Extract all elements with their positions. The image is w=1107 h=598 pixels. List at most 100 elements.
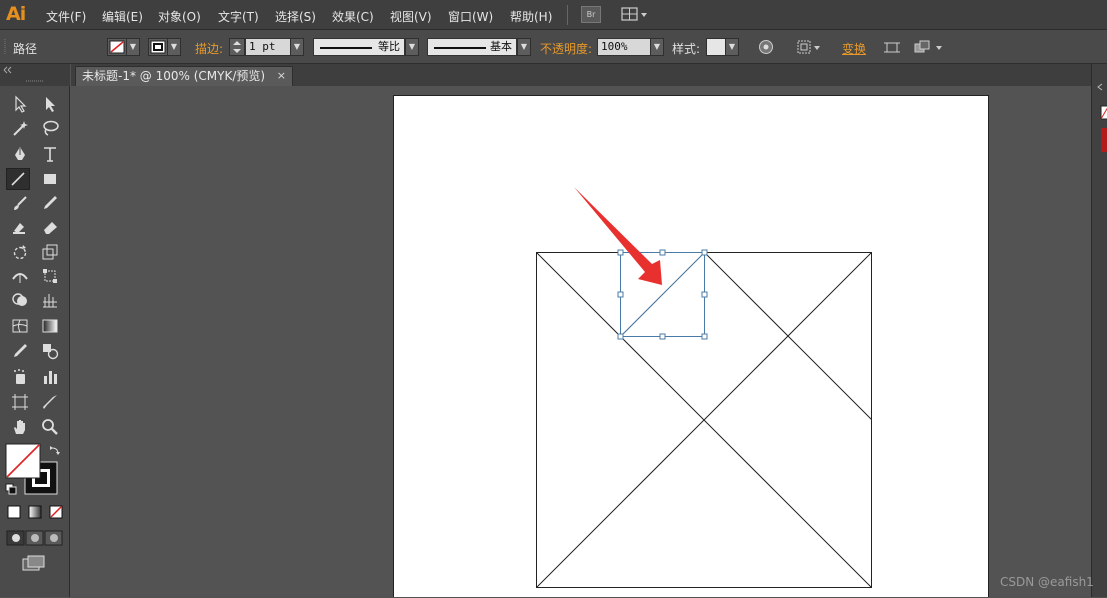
stroke-weight-stepper[interactable] [229, 38, 245, 56]
brush-line-preview [434, 47, 486, 49]
fill-stroke-control[interactable] [4, 442, 66, 500]
close-tab-icon[interactable]: × [277, 67, 286, 85]
default-fill-stroke-icon[interactable] [5, 483, 17, 495]
blend-tool[interactable] [38, 340, 62, 362]
mesh-tool[interactable] [8, 315, 32, 337]
stroke-dropdown[interactable]: ▼ [167, 38, 181, 56]
artboard-tool[interactable] [8, 391, 32, 413]
panel-grip-icon[interactable] [3, 38, 9, 56]
symbol-sprayer-tool[interactable] [8, 366, 32, 388]
paintbrush-tool[interactable] [8, 192, 32, 214]
drawing-modes[interactable] [6, 530, 64, 546]
pencil-tool[interactable] [38, 192, 62, 214]
opacity-input[interactable]: 100% [597, 38, 651, 56]
profile-dropdown[interactable]: ▼ [405, 38, 419, 56]
column-graph-icon [44, 371, 57, 384]
selection-handle[interactable] [617, 291, 624, 298]
rotate-icon [13, 245, 27, 260]
direct-selection-tool[interactable] [38, 93, 62, 115]
type-tool[interactable] [38, 143, 62, 165]
eraser-tool[interactable] [38, 216, 62, 238]
line-segment-tool[interactable] [6, 168, 30, 190]
artwork[interactable] [394, 96, 990, 598]
width-tool[interactable] [8, 265, 32, 287]
style-label: 样式: [672, 42, 701, 56]
menu-effect[interactable]: 效果(C) [332, 8, 374, 25]
hand-tool[interactable] [8, 416, 32, 438]
graphic-style-swatch[interactable] [706, 38, 726, 56]
selection-handle[interactable] [701, 249, 708, 256]
opacity-label[interactable]: 不透明度: [540, 40, 592, 57]
blend-icon [43, 344, 59, 360]
selection-handle[interactable] [617, 333, 624, 340]
selection-handle[interactable] [659, 249, 666, 256]
selected-line-segment[interactable] [620, 252, 705, 337]
selection-arrow-icon [15, 95, 27, 113]
menu-type[interactable]: 文字(T) [218, 8, 259, 25]
magic-wand-tool[interactable] [8, 117, 32, 139]
stroke-weight-input[interactable]: 1 pt [245, 38, 291, 56]
gradient-icon [42, 319, 58, 333]
selection-handle[interactable] [701, 291, 708, 298]
shape-builder-tool[interactable] [8, 289, 32, 311]
stroke-swatch[interactable] [148, 38, 168, 56]
menu-window[interactable]: 窗口(W) [448, 8, 493, 25]
variable-width-profile[interactable]: 等比 [313, 38, 405, 56]
selection-handle[interactable] [659, 333, 666, 340]
profile-line-preview [320, 47, 372, 49]
menu-object[interactable]: 对象(O) [158, 8, 201, 25]
document-tab-strip: 未标题-1* @ 100% (CMYK/预览) × [71, 64, 1091, 86]
pen-tool[interactable] [8, 143, 32, 165]
lasso-tool[interactable] [38, 117, 62, 139]
rectangle-tool[interactable] [38, 168, 62, 190]
pen-icon [15, 147, 25, 160]
rotate-tool[interactable] [8, 241, 32, 263]
gradient-mode-button[interactable] [27, 504, 43, 520]
swap-fill-stroke-icon[interactable] [50, 446, 60, 455]
align-icon[interactable] [883, 39, 901, 56]
brush-dropdown[interactable]: ▼ [517, 38, 531, 56]
panel-icons[interactable] [1092, 64, 1107, 164]
fill-swatch[interactable] [107, 38, 127, 56]
tools-panel-header[interactable] [0, 64, 70, 86]
transform-link[interactable]: 变换 [842, 40, 866, 57]
free-transform-tool[interactable] [38, 265, 62, 287]
document-tab-title: 未标题-1* @ 100% (CMYK/预览) [82, 69, 266, 83]
stroke-label[interactable]: 描边: [195, 40, 223, 57]
gradient-tool[interactable] [38, 315, 62, 337]
menu-select[interactable]: 选择(S) [275, 8, 316, 25]
isolate-object-icon[interactable] [795, 39, 823, 56]
none-mode-button[interactable] [48, 504, 64, 520]
perspective-grid-tool[interactable] [38, 289, 62, 311]
arrange-menu-icon[interactable] [912, 39, 946, 56]
screen-mode-icon[interactable] [22, 554, 48, 572]
color-mode-button[interactable] [6, 504, 22, 520]
zoom-magnifier-icon [42, 419, 58, 435]
eyedropper-tool[interactable] [8, 340, 32, 362]
recolor-artwork-icon[interactable] [757, 39, 775, 56]
scale-tool[interactable] [38, 241, 62, 263]
column-graph-tool[interactable] [38, 366, 62, 388]
menu-help[interactable]: 帮助(H) [510, 8, 552, 25]
fill-dropdown[interactable]: ▼ [126, 38, 140, 56]
opacity-dropdown[interactable]: ▼ [650, 38, 664, 56]
fill-box-none-icon[interactable] [5, 443, 41, 479]
menu-edit[interactable]: 编辑(E) [102, 8, 143, 25]
shape-builder-icon [12, 293, 27, 306]
arrange-documents-button[interactable] [620, 6, 650, 23]
stroke-weight-dropdown[interactable]: ▼ [290, 38, 304, 56]
document-tab[interactable]: 未标题-1* @ 100% (CMYK/预览) × [75, 66, 293, 86]
slice-tool[interactable] [38, 391, 62, 413]
blob-brush-tool[interactable] [8, 216, 32, 238]
selection-handle[interactable] [617, 249, 624, 256]
menu-file[interactable]: 文件(F) [46, 8, 86, 25]
free-transform-icon [43, 269, 57, 283]
artboard[interactable] [393, 95, 989, 597]
selection-tool[interactable] [8, 93, 32, 115]
zoom-tool[interactable] [38, 416, 62, 438]
bridge-button[interactable]: Br [581, 6, 601, 23]
menu-view[interactable]: 视图(V) [390, 8, 432, 25]
graphic-style-dropdown[interactable]: ▼ [725, 38, 739, 56]
brush-definition[interactable]: 基本 [427, 38, 517, 56]
selection-handle[interactable] [701, 333, 708, 340]
